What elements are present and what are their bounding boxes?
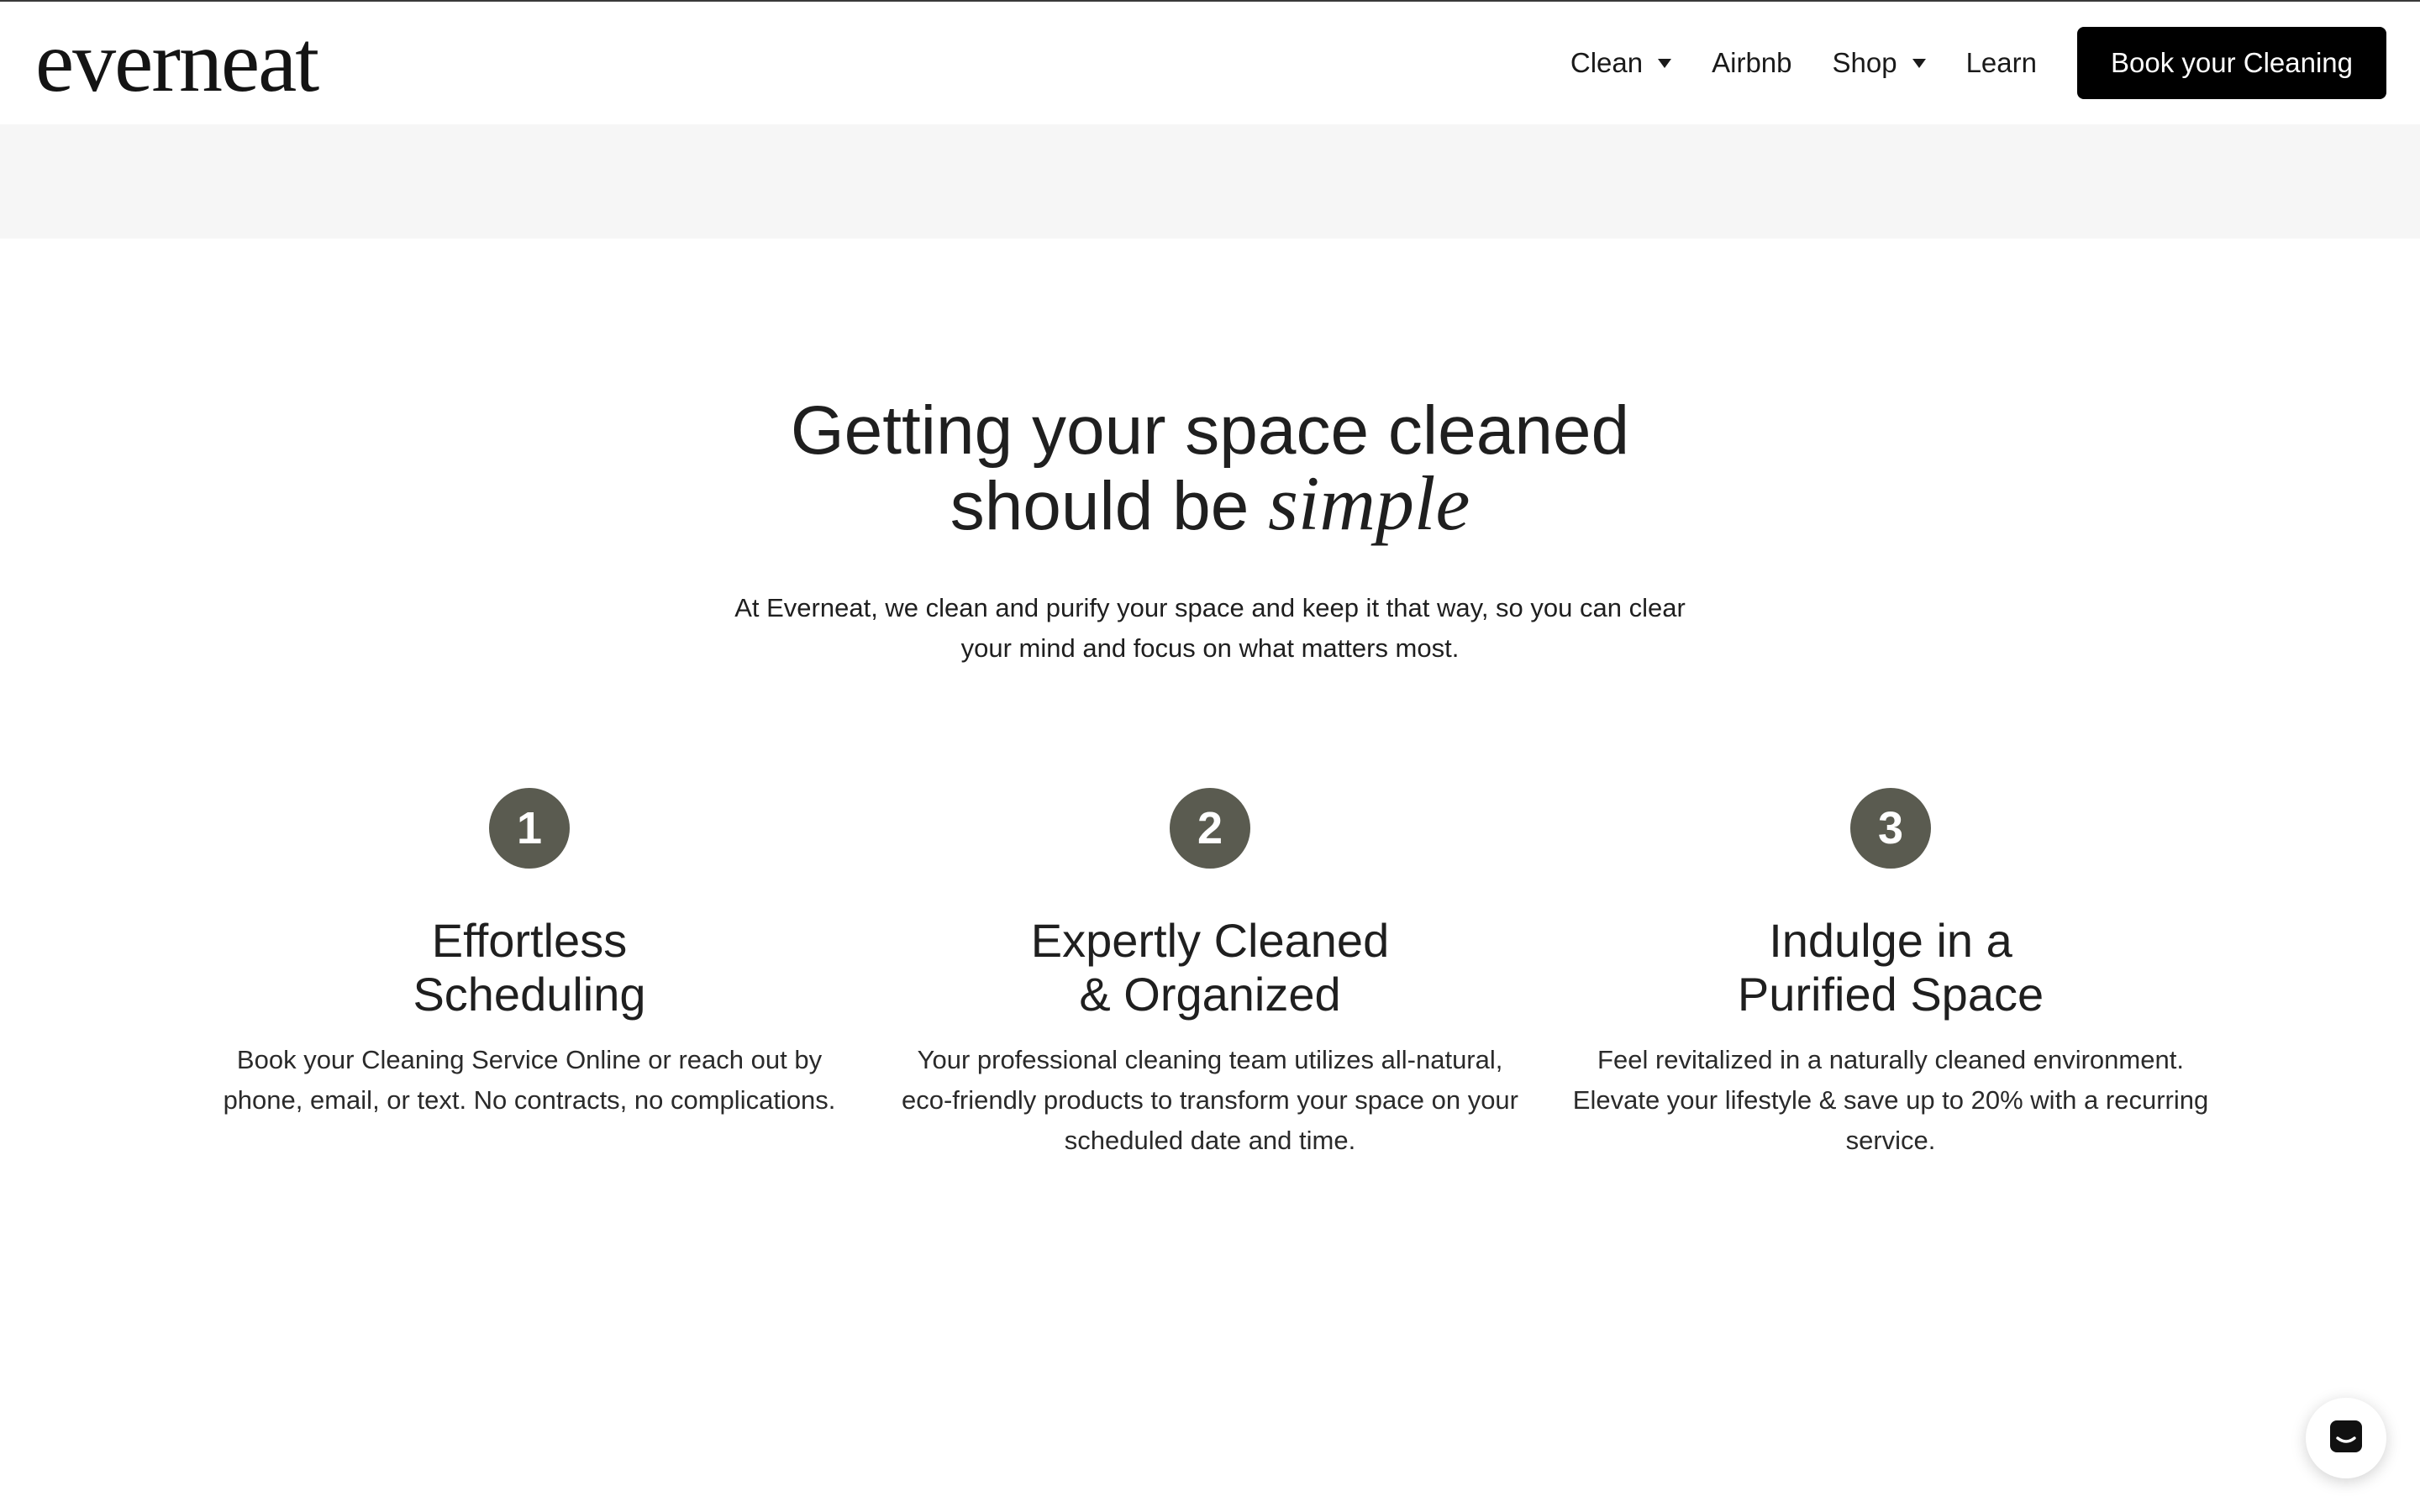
step-description: Your professional cleaning team utilizes… (901, 1045, 1518, 1155)
caret-down-icon (1912, 58, 1926, 68)
step-2: 2 Expertly Cleaned & Organized Your prof… (882, 788, 1538, 1161)
step-number-badge: 3 (1850, 788, 1931, 869)
hero-title: Getting your space cleaned should be sim… (0, 395, 2420, 543)
nav-item-shop[interactable]: Shop (1833, 47, 1926, 79)
step-title-line2: & Organized (1079, 968, 1341, 1021)
hero-subtitle: At Everneat, we clean and purify your sp… (734, 593, 1686, 663)
step-number-badge: 2 (1170, 788, 1250, 869)
book-cleaning-button[interactable]: Book your Cleaning (2076, 27, 2386, 99)
page: everneat Clean Airbnb Shop Learn Book yo… (0, 0, 2420, 1512)
step-description: Feel revitalized in a naturally cleaned … (1572, 1045, 2209, 1155)
chat-bubble-icon (2328, 1418, 2365, 1459)
site-header: everneat Clean Airbnb Shop Learn Book yo… (0, 0, 2420, 124)
hero-title-italic: simple (1268, 460, 1470, 546)
caret-down-icon (1658, 58, 1672, 68)
step-title-line2: Scheduling (413, 968, 646, 1021)
grey-band (0, 124, 2420, 239)
step-1: 1 Effortless Scheduling Book your Cleani… (202, 788, 857, 1161)
step-title-line1: Indulge in a (1769, 914, 2012, 967)
hero-title-line2-prefix: should be (950, 468, 1269, 544)
nav-item-label: Airbnb (1712, 47, 1792, 78)
nav-item-label: Learn (1965, 47, 2037, 78)
nav-item-label: Clean (1570, 47, 1644, 78)
nav-item-clean[interactable]: Clean (1570, 47, 1672, 79)
everneat-logo[interactable]: everneat (35, 18, 319, 106)
step-title-line1: Expertly Cleaned (1030, 914, 1390, 967)
step-number-badge: 1 (489, 788, 570, 869)
step-3: 3 Indulge in a Purified Space Feel revit… (1563, 788, 2218, 1161)
step-description: Book your Cleaning Service Online or rea… (223, 1045, 836, 1115)
nav-item-label: Shop (1832, 47, 1897, 78)
hero-title-line1: Getting your space cleaned (790, 392, 1630, 469)
step-title: Effortless Scheduling (277, 914, 781, 1021)
step-title: Expertly Cleaned & Organized (958, 914, 1462, 1021)
main-nav: Clean Airbnb Shop Learn Book your Cleani… (1530, 27, 2386, 99)
step-title: Indulge in a Purified Space (1639, 914, 2143, 1021)
nav-item-learn[interactable]: Learn (1966, 47, 2037, 79)
chat-widget-button[interactable] (2306, 1398, 2386, 1478)
steps-section: 1 Effortless Scheduling Book your Cleani… (202, 788, 2218, 1161)
step-title-line2: Purified Space (1737, 968, 2044, 1021)
nav-item-airbnb[interactable]: Airbnb (1712, 47, 1791, 79)
step-title-line1: Effortless (431, 914, 628, 967)
